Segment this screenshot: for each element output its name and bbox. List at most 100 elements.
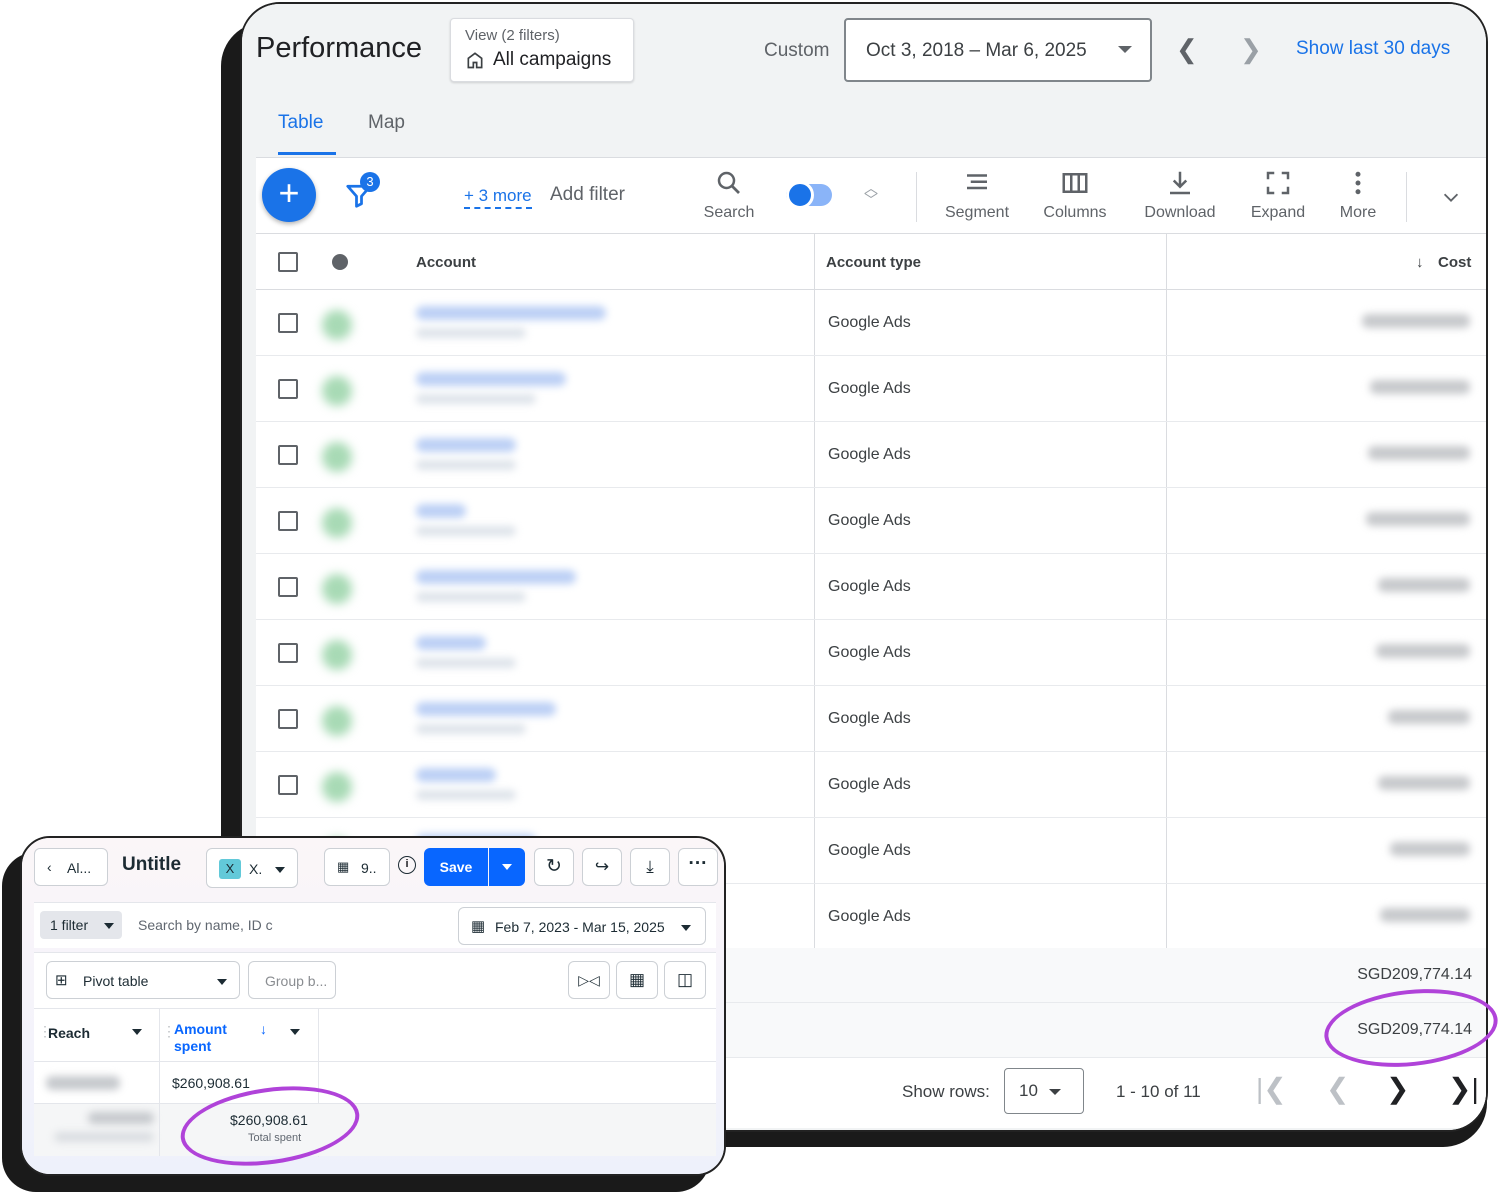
status-indicator [322,508,352,538]
date-range-picker[interactable]: Oct 3, 2018 – Mar 6, 2025 [844,18,1152,82]
account-type-cell: Google Ads [828,644,911,661]
show-rows-label: Show rows: [902,1082,990,1101]
tab-table[interactable]: Table [278,112,323,134]
add-button[interactable]: + [262,168,316,222]
download-icon [1170,171,1190,195]
segment-button[interactable]: Segment [942,168,1012,222]
compare-icon[interactable]: ▷◁ [568,961,610,999]
save-button[interactable]: Save [424,848,488,886]
row-checkbox[interactable] [278,577,298,597]
download-label: Download [1144,204,1216,221]
first-page-icon[interactable]: |❮ [1256,1072,1287,1105]
back-button[interactable]: ‹ Al... [34,848,108,886]
campaigns-selector[interactable]: ▦ 9.. [324,848,390,886]
download-icon[interactable]: ⤓ [630,848,670,886]
header-reach[interactable]: Reach [48,1025,90,1041]
sort-updown-icon[interactable]: ︿ ﹀ [864,181,878,207]
account-id-redacted [416,790,516,800]
last-page-icon[interactable]: ❯| [1448,1072,1479,1105]
row-checkbox[interactable] [278,313,298,333]
table-row[interactable]: Google Ads [256,488,1486,554]
row-checkbox[interactable] [278,709,298,729]
next-page-icon[interactable]: ❯ [1386,1072,1409,1105]
account-name-redacted [416,306,606,320]
row-checkbox[interactable] [278,643,298,663]
caret-down-icon[interactable] [290,1029,300,1035]
search-button[interactable]: Search [702,168,756,222]
tab-map[interactable]: Map [368,112,405,134]
refresh-icon[interactable]: ↻ [534,848,574,886]
table-row[interactable]: $260,908.61 [34,1062,716,1104]
more-filters-link[interactable]: + 3 more [464,186,532,209]
account-type-cell: Google Ads [828,512,911,529]
cost-redacted [1390,842,1470,856]
header-amount-spent[interactable]: Amount spent [174,1021,244,1055]
date-range-value: Feb 7, 2023 - Mar 15, 2025 [495,919,665,935]
toolbar-divider [916,172,917,222]
table-toolbar: + 3 + 3 more Add filter Search ︿ ﹀ Segmen… [256,158,1486,234]
grid-icon[interactable]: ▦ [616,961,658,999]
row-checkbox[interactable] [278,775,298,795]
panel-icon[interactable]: ◫ [664,961,706,999]
table-row[interactable]: Google Ads [256,752,1486,818]
table-row[interactable]: Google Ads [256,356,1486,422]
filter-chip-label: 1 filter [50,917,89,933]
sort-desc-icon[interactable]: ↓ [260,1021,267,1037]
chevron-right-icon[interactable]: ❯ [1240,34,1262,65]
caret-down-icon[interactable] [132,1029,142,1035]
reach-caption-redacted [54,1132,154,1142]
table-row[interactable]: Google Ads [256,290,1486,356]
filter-chip[interactable]: 1 filter [40,911,122,939]
chevron-left-icon[interactable]: ❮ [1176,34,1198,65]
table-row[interactable]: Google Ads [256,554,1486,620]
row-checkbox[interactable] [278,511,298,531]
download-button[interactable]: Download [1140,168,1220,222]
caret-down-icon [275,867,285,873]
add-filter-button[interactable]: Add filter [550,184,625,206]
report-title[interactable]: Untitle [122,854,192,876]
view-name: All campaigns [493,49,612,70]
date-preset-label: Custom [764,40,830,61]
header-cost[interactable]: Cost [1438,254,1471,271]
header-account[interactable]: Account [416,254,476,271]
table-row[interactable]: Google Ads [256,686,1486,752]
more-button[interactable]: More [1336,168,1380,222]
page-range: 1 - 10 of 11 [1116,1082,1201,1101]
group-by-input[interactable]: Group b... [248,961,336,999]
date-range-picker[interactable]: ▦ Feb 7, 2023 - Mar 15, 2025 [458,907,706,945]
view-tabs: Table Map [256,94,1486,158]
sort-desc-icon[interactable]: ↓ [1416,254,1424,271]
status-indicator [322,706,352,736]
filter-bar: 1 filter Search by name, ID c ▦ Feb 7, 2… [34,902,716,948]
info-icon[interactable]: i [398,856,416,874]
select-all-checkbox[interactable] [278,252,298,272]
calendar-icon: ▦ [471,918,486,935]
save-options-button[interactable] [489,848,525,886]
prev-page-icon[interactable]: ❮ [1326,1072,1349,1105]
account-id-redacted [416,724,526,734]
table-header: Account Account type ↓ Cost [256,234,1486,290]
expand-button[interactable]: Expand [1248,168,1308,222]
pivot-table-selector[interactable]: ⊞ Pivot table [46,961,240,999]
breakdown-selector[interactable]: X X. [206,848,298,888]
view-selector[interactable]: View (2 filters) All campaigns [450,18,634,82]
share-icon[interactable]: ↪ [582,848,622,886]
row-checkbox[interactable] [278,445,298,465]
chevron-down-icon[interactable] [1440,186,1462,208]
search-input[interactable]: Search by name, ID c [138,917,338,933]
cost-redacted [1388,710,1470,724]
show-last-30-days-link[interactable]: Show last 30 days [1296,38,1450,60]
column-divider [159,1009,160,1063]
toggle-switch[interactable] [786,181,832,209]
account-name-redacted [416,768,496,782]
header-account-type[interactable]: Account type [826,254,921,271]
pivot-icon: ⊞ [55,972,68,989]
account-id-redacted [416,592,526,602]
columns-button[interactable]: Columns [1040,168,1110,222]
rows-per-page-select[interactable]: 10 [1004,1068,1084,1114]
table-row[interactable]: Google Ads [256,422,1486,488]
table-row[interactable]: Google Ads [256,620,1486,686]
more-icon[interactable]: ··· [678,848,718,886]
cost-redacted [1366,512,1470,526]
row-checkbox[interactable] [278,379,298,399]
